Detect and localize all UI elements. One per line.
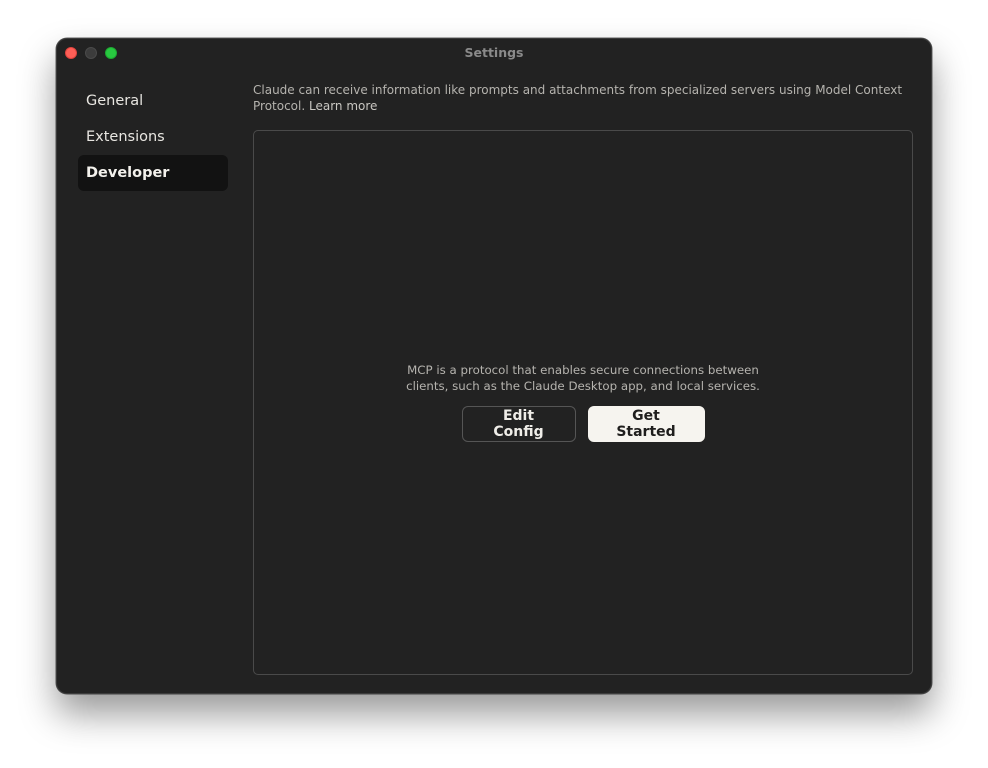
mcp-actions: Edit Config Get Started — [254, 406, 912, 442]
mcp-empty-state: MCP is a protocol that enables secure co… — [254, 362, 912, 442]
edit-config-button[interactable]: Edit Config — [461, 406, 576, 442]
learn-more-link[interactable]: Learn more — [309, 99, 377, 113]
title-bar: Settings — [57, 39, 931, 67]
settings-window: Settings General Extensions Developer Cl… — [56, 38, 932, 694]
window-title: Settings — [464, 45, 524, 60]
developer-description: Claude can receive information like prom… — [253, 82, 908, 114]
sidebar-item-developer[interactable]: Developer — [78, 155, 228, 191]
sidebar-item-general[interactable]: General — [78, 83, 228, 119]
mcp-servers-panel: MCP is a protocol that enables secure co… — [253, 130, 913, 675]
sidebar-item-extensions[interactable]: Extensions — [78, 119, 228, 155]
mcp-description: MCP is a protocol that enables secure co… — [406, 363, 760, 393]
get-started-button[interactable]: Get Started — [587, 406, 705, 442]
settings-sidebar: General Extensions Developer — [78, 83, 228, 191]
